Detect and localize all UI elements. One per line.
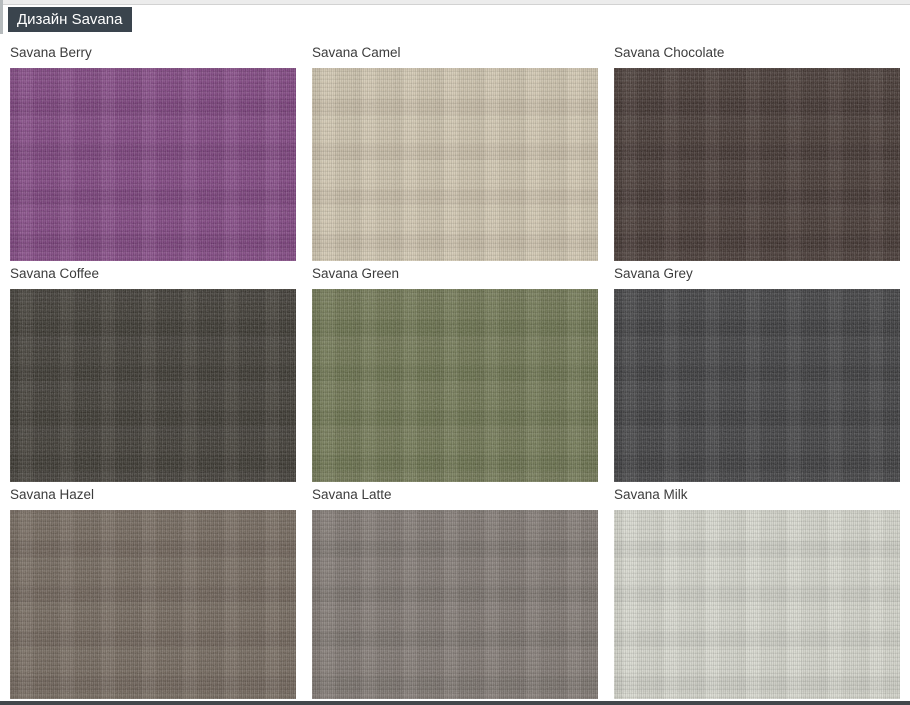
fabric-swatch-image[interactable]: [10, 510, 296, 703]
swatch-grid: Savana Berry Savana Camel Savana Chocolate…: [10, 42, 910, 703]
fabric-grain-texture: [312, 510, 598, 703]
swatch-item: Savana Berry: [10, 42, 296, 261]
swatch-label: Savana Camel: [312, 42, 598, 68]
swatch-label: Savana Latte: [312, 484, 598, 510]
fabric-grain-texture: [312, 68, 598, 261]
window-left-edge: [0, 0, 3, 34]
swatch-item: Savana Grey: [614, 263, 900, 482]
swatch-item: Savana Chocolate: [614, 42, 900, 261]
fabric-swatch-image[interactable]: [614, 510, 900, 703]
fabric-swatch-image[interactable]: [10, 68, 296, 261]
swatch-item: Savana Latte: [312, 484, 598, 703]
swatch-item: Savana Green: [312, 263, 598, 482]
fabric-swatch-image[interactable]: [614, 68, 900, 261]
swatch-label: Savana Coffee: [10, 263, 296, 289]
fabric-swatch-image[interactable]: [312, 289, 598, 482]
fabric-grain-texture: [614, 510, 900, 703]
fabric-grain-texture: [312, 289, 598, 482]
fabric-grain-texture: [10, 510, 296, 703]
fabric-grain-texture: [614, 289, 900, 482]
fabric-swatch-image[interactable]: [614, 289, 900, 482]
swatch-label: Savana Grey: [614, 263, 900, 289]
fabric-swatch-image[interactable]: [312, 510, 598, 703]
swatch-label: Savana Green: [312, 263, 598, 289]
swatch-label: Savana Hazel: [10, 484, 296, 510]
design-title-badge: Дизайн Savana: [8, 7, 132, 32]
fabric-swatch-image[interactable]: [312, 68, 598, 261]
swatch-item: Savana Milk: [614, 484, 900, 703]
swatch-item: Savana Hazel: [10, 484, 296, 703]
horizontal-scrollbar[interactable]: [0, 699, 910, 705]
swatch-label: Savana Milk: [614, 484, 900, 510]
swatch-item: Savana Camel: [312, 42, 598, 261]
fabric-swatch-image[interactable]: [10, 289, 296, 482]
fabric-grain-texture: [10, 289, 296, 482]
fabric-grain-texture: [614, 68, 900, 261]
swatch-label: Savana Chocolate: [614, 42, 900, 68]
window-top-edge: [0, 0, 910, 5]
swatch-item: Savana Coffee: [10, 263, 296, 482]
fabric-grain-texture: [10, 68, 296, 261]
swatch-label: Savana Berry: [10, 42, 296, 68]
